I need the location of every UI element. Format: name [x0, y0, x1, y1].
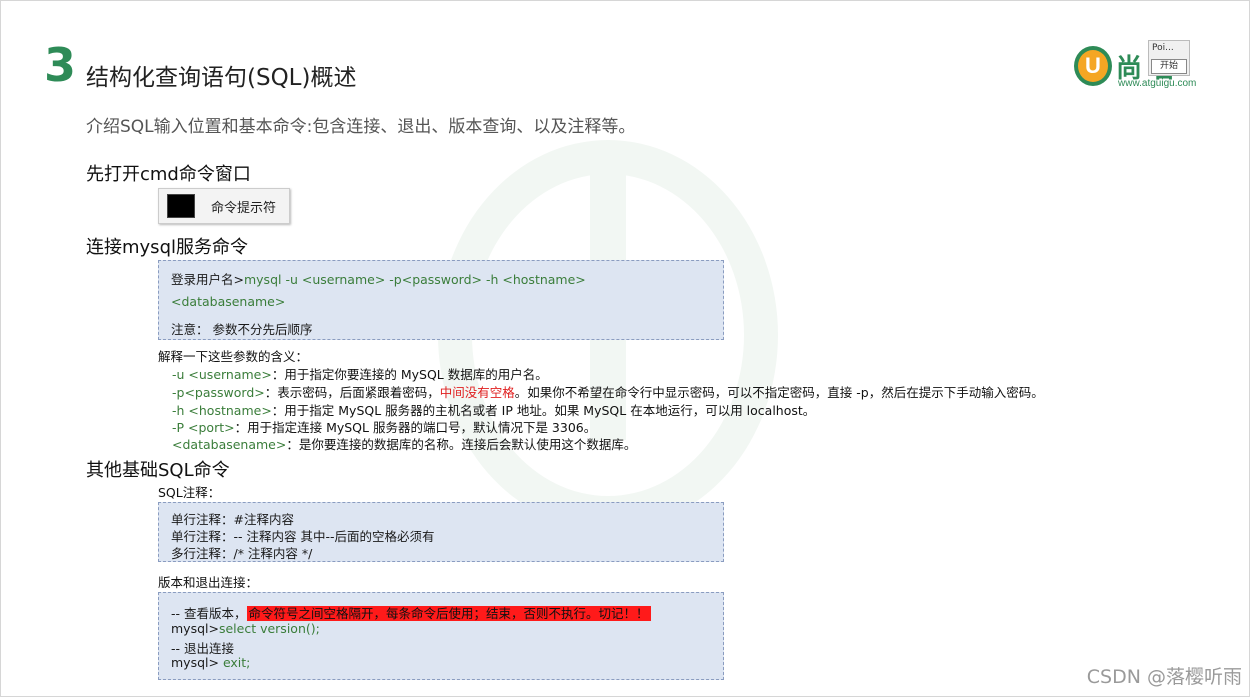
page-title: 结构化查询语句(SQL)概述: [86, 65, 357, 91]
explain-intro: 解释一下这些参数的含义：: [158, 349, 309, 364]
command-prompt-button[interactable]: 命令提示符: [158, 188, 290, 224]
version-line2: mysql>select version();: [171, 621, 320, 636]
logo-url: www.atguigu.com: [1118, 78, 1197, 89]
logo-mark: U: [1074, 46, 1112, 86]
pointer-popup: Poi... 开始: [1148, 40, 1190, 76]
explain-p: -p<password>：表示密码，后面紧跟着密码，中间没有空格。如果你不希望在…: [172, 385, 1044, 400]
popup-start-button[interactable]: 开始: [1151, 59, 1187, 74]
footer-watermark: CSDN @落樱听雨: [1086, 666, 1242, 688]
popup-title: Poi...: [1152, 43, 1174, 53]
version-line4: mysql> exit;: [171, 655, 251, 670]
heading-open-cmd: 先打开cmd命令窗口: [86, 164, 251, 185]
version-line1: -- 查看版本， 命令符号之间空格隔开，每条命令后使用；结束，否则不执行。切记！！: [171, 606, 651, 621]
connect-code-note: 注意： 参数不分先后顺序: [171, 322, 313, 337]
comment-label: SQL注释：: [158, 485, 221, 500]
warning-highlight: 命令符号之间空格隔开，每条命令后使用；结束，否则不执行。切记！！: [246, 606, 651, 621]
connect-code-line1: 登录用户名>mysql -u <username> -p<password> -…: [171, 272, 586, 287]
terminal-icon: [167, 194, 195, 218]
heading-connect: 连接mysql服务命令: [86, 237, 248, 258]
connect-code-box: 登录用户名>mysql -u <username> -p<password> -…: [158, 260, 724, 340]
page-subtitle: 介绍SQL输入位置和基本命令:包含连接、退出、版本查询、以及注释等。: [86, 117, 636, 137]
version-label: 版本和退出连接：: [158, 575, 259, 590]
version-code-box: -- 查看版本， 命令符号之间空格隔开，每条命令后使用；结束，否则不执行。切记！！…: [158, 592, 724, 680]
heading-other: 其他基础SQL命令: [86, 460, 230, 481]
explain-u: -u <username>：用于指定你要连接的 MySQL 数据库的用户名。: [172, 367, 548, 382]
section-number: 3: [44, 38, 77, 92]
command-prompt-label: 命令提示符: [211, 200, 277, 216]
comment-code-box: 单行注释：#注释内容 单行注释：-- 注释内容 其中--后面的空格必须有 多行注…: [158, 502, 724, 562]
comment-line3: 多行注释：/* 注释内容 */: [171, 546, 313, 561]
connect-code-line2: <databasename>: [171, 294, 286, 309]
explain-db: <databasename>：是你要连接的数据库的名称。连接后会默认使用这个数据…: [172, 437, 637, 452]
